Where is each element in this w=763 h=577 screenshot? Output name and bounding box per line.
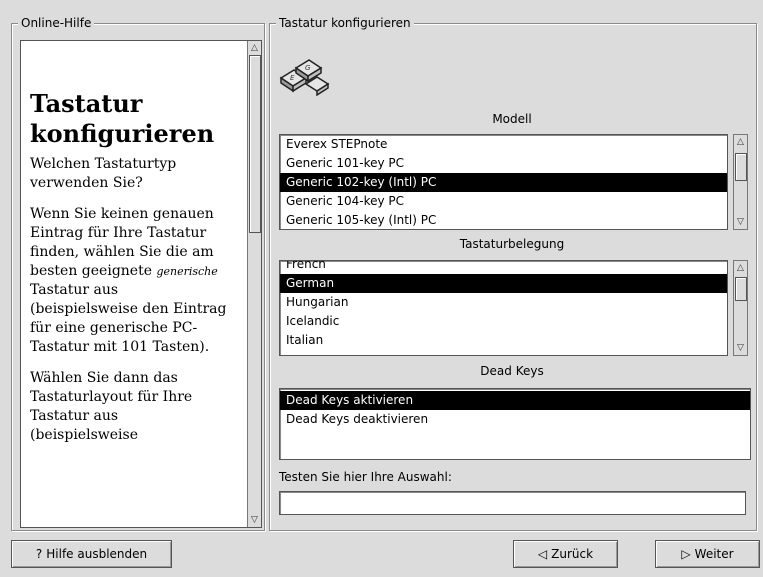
- help-content: Tastatur konfigurieren Welchen Tastaturt…: [20, 40, 262, 528]
- back-label: Zurück: [551, 547, 594, 561]
- deadkeys-list-item[interactable]: Dead Keys deaktivieren: [280, 410, 750, 429]
- layout-listbox[interactable]: French German Hungarian Icelandic Italian: [279, 260, 728, 356]
- help-scroll-thumb[interactable]: [249, 55, 261, 233]
- svg-text:E: E: [290, 74, 295, 82]
- test-input[interactable]: [279, 491, 746, 515]
- back-arrow-icon: ◁: [537, 547, 548, 561]
- next-label: Weiter: [694, 547, 734, 561]
- config-panel-title: Tastatur konfigurieren: [276, 16, 414, 30]
- keyboard-icon: E G: [279, 59, 330, 96]
- help-panel-title: Online-Hilfe: [18, 16, 95, 30]
- back-button[interactable]: ◁ Zurück: [513, 540, 618, 568]
- next-button[interactable]: ▷ Weiter: [655, 540, 760, 568]
- scroll-down-icon[interactable]: ▽: [249, 514, 260, 526]
- layout-scrollbar[interactable]: △ ▽: [733, 260, 748, 356]
- deadkeys-list-item[interactable]: Dead Keys aktivieren: [280, 391, 750, 410]
- help-paragraph-2-part-b: Tastatur aus (beispielsweise den Eintrag…: [30, 282, 227, 355]
- layout-label: Tastaturbelegung: [459, 237, 565, 251]
- help-paragraph-1: Welchen Tastaturtyp verwenden Sie?: [30, 156, 177, 191]
- model-listbox[interactable]: Everex STEPnote Generic 101-key PC Generic…: [279, 134, 728, 230]
- layout-list-item[interactable]: Hungarian: [280, 293, 727, 312]
- help-text: Tastatur konfigurieren Welchen Tastaturt…: [30, 89, 228, 457]
- model-list-item[interactable]: Generic 105-key (Intl) PC: [280, 211, 727, 229]
- svg-text:G: G: [305, 64, 311, 72]
- scroll-up-icon[interactable]: △: [735, 136, 746, 148]
- hide-help-label: Hilfe ausblenden: [46, 547, 148, 561]
- deadkeys-label: Dead Keys: [480, 364, 544, 378]
- model-list-item[interactable]: Everex STEPnote: [280, 135, 727, 154]
- model-scroll-thumb[interactable]: [735, 153, 747, 181]
- layout-list-item[interactable]: German: [280, 274, 727, 293]
- scroll-down-icon[interactable]: ▽: [735, 216, 746, 228]
- help-paragraph-3: Wählen Sie dann das Tastaturlayout für I…: [30, 370, 193, 443]
- scroll-up-icon[interactable]: △: [249, 42, 260, 54]
- help-paragraph-2-italic: generische: [156, 265, 218, 278]
- help-heading: Tastatur konfigurieren: [30, 89, 215, 148]
- model-list-item[interactable]: Generic 102-key (Intl) PC: [280, 173, 727, 192]
- layout-list-item[interactable]: Icelandic: [280, 312, 727, 331]
- help-paragraph-2: Wenn Sie keinen genauen Eintrag für Ihre…: [30, 205, 228, 357]
- scroll-up-icon[interactable]: △: [735, 262, 746, 274]
- help-icon: ?: [35, 547, 43, 561]
- next-arrow-icon: ▷: [681, 547, 691, 561]
- model-list-item[interactable]: Generic 104-key PC: [280, 192, 727, 211]
- help-scrollbar[interactable]: △ ▽: [247, 41, 261, 527]
- test-label: Testen Sie hier Ihre Auswahl:: [279, 470, 452, 484]
- layout-list-item[interactable]: Italian: [280, 331, 727, 350]
- layout-list-item[interactable]: French: [280, 261, 727, 274]
- model-list-item[interactable]: Generic 101-key PC: [280, 154, 727, 173]
- model-label: Modell: [492, 112, 532, 126]
- scroll-down-icon[interactable]: ▽: [735, 342, 746, 354]
- deadkeys-listbox[interactable]: Dead Keys aktivieren Dead Keys deaktivier…: [279, 388, 751, 460]
- layout-scroll-thumb[interactable]: [735, 277, 747, 301]
- model-scrollbar[interactable]: △ ▽: [733, 134, 748, 230]
- hide-help-button[interactable]: ? Hilfe ausblenden: [11, 540, 172, 568]
